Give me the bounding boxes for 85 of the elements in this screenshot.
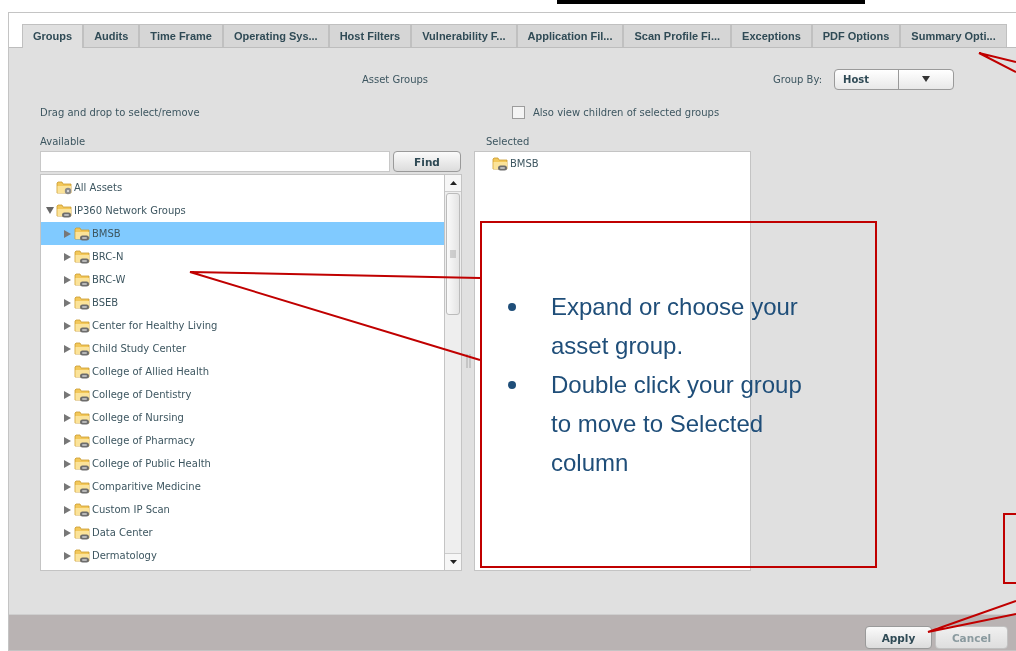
tree-item[interactable]: BSEB <box>41 291 444 314</box>
tree-item[interactable]: Child Study Center <box>41 337 444 360</box>
folder-link-icon <box>74 295 91 310</box>
section-title: Asset Groups <box>360 73 430 85</box>
tree-item[interactable]: IP360 Network Groups <box>41 199 444 222</box>
hint-text: Drag and drop to select/remove <box>40 106 201 118</box>
collapsed-arrow-icon[interactable] <box>64 413 71 422</box>
collapsed-arrow-icon[interactable] <box>64 459 71 468</box>
group-by-dropdown[interactable]: Host <box>834 68 955 90</box>
folder-link-icon <box>74 249 91 264</box>
tab[interactable]: Host Filters <box>328 24 412 47</box>
tree-item[interactable]: All Assets <box>41 176 444 199</box>
collapsed-arrow-icon[interactable] <box>64 505 71 514</box>
tab[interactable]: Scan Profile Fi... <box>623 24 732 47</box>
folder-link-icon <box>74 548 91 563</box>
tree-item[interactable]: College of Nursing <box>41 406 444 429</box>
collapsed-arrow-icon[interactable] <box>64 551 71 560</box>
tree-item[interactable]: Comparitive Medicine <box>41 475 444 498</box>
bullet-icon <box>508 381 516 389</box>
folder-link-icon <box>74 479 91 494</box>
collapsed-arrow-icon[interactable] <box>64 436 71 445</box>
tab[interactable]: Operating Sys... <box>222 24 329 47</box>
scrollbar[interactable] <box>444 175 461 570</box>
search-field[interactable] <box>40 151 390 172</box>
callout-text: Double click your group to move to Selected column <box>551 370 803 478</box>
folder-link-icon <box>74 502 91 517</box>
collapsed-arrow-icon[interactable] <box>64 321 71 330</box>
selected-item[interactable]: BMSB <box>492 155 750 171</box>
folder-link-icon <box>74 272 91 287</box>
tab[interactable]: Exceptions <box>731 24 812 47</box>
folder-gear-icon <box>56 180 73 195</box>
folder-link-icon <box>74 318 91 333</box>
tab[interactable]: Summary Opti... <box>900 24 1007 47</box>
folder-link-icon <box>74 226 91 241</box>
folder-link-icon <box>74 456 91 471</box>
tab[interactable]: Vulnerability F... <box>411 24 517 47</box>
collapsed-arrow-icon[interactable] <box>64 344 71 353</box>
tree-item[interactable]: College of Dentistry <box>41 383 444 406</box>
collapsed-arrow-icon[interactable] <box>64 252 71 261</box>
collapsed-arrow-icon[interactable] <box>64 229 71 238</box>
tab[interactable]: Application Fil... <box>516 24 624 47</box>
tree-item[interactable]: College of Pharmacy <box>41 429 444 452</box>
tree-item[interactable]: College of Public Health <box>41 452 444 475</box>
tree-item[interactable]: BMSB <box>41 222 444 245</box>
collapsed-arrow-icon[interactable] <box>64 390 71 399</box>
collapsed-arrow-icon[interactable] <box>64 482 71 491</box>
checkbox-label: Also view children of selected groups <box>533 106 720 118</box>
checkbox[interactable] <box>512 105 525 119</box>
apply-button[interactable]: Apply <box>865 626 932 649</box>
scroll-thumb[interactable] <box>446 193 460 315</box>
tab[interactable]: Audits <box>83 24 140 47</box>
folder-link-icon <box>56 203 73 218</box>
folder-link-icon <box>74 525 91 540</box>
callout-text: Expand or choose your asset group. <box>551 292 799 361</box>
splitter-grip-icon[interactable] <box>465 354 471 368</box>
folder-link-icon <box>74 364 91 379</box>
tab[interactable]: PDF Options <box>811 24 901 47</box>
available-label: Available <box>40 136 86 147</box>
folder-link-icon <box>74 387 91 402</box>
tree-item[interactable]: College of Allied Health <box>41 360 444 383</box>
folder-link-icon <box>74 341 91 356</box>
bullet-icon <box>508 303 516 311</box>
tab[interactable]: Time Frame <box>139 24 223 47</box>
selected-label: Selected <box>486 136 530 149</box>
collapsed-arrow-icon[interactable] <box>64 298 71 307</box>
collapsed-arrow-icon[interactable] <box>64 275 71 284</box>
folder-link-icon <box>492 155 509 171</box>
tree-item[interactable]: Custom IP Scan <box>41 498 444 521</box>
expanded-arrow-icon[interactable] <box>45 207 54 214</box>
scroll-up-icon[interactable] <box>449 181 457 185</box>
leader-line <box>978 52 1016 73</box>
folder-link-icon <box>74 410 91 425</box>
tree-item[interactable]: Dermatology <box>41 544 444 567</box>
collapsed-arrow-icon[interactable] <box>64 528 71 537</box>
group-by-label: Group By: <box>773 73 823 85</box>
find-button[interactable]: Find <box>393 151 461 172</box>
grip-icon <box>450 250 456 258</box>
scroll-down-icon[interactable] <box>449 560 457 564</box>
folder-link-icon <box>74 433 91 448</box>
caret-icon <box>921 76 930 82</box>
tree-item[interactable]: Data Center <box>41 521 444 544</box>
tree-item[interactable]: BRC-W <box>41 268 444 291</box>
tree-item[interactable]: BRC-N <box>41 245 444 268</box>
tree-item[interactable]: Center for Healthy Living <box>41 314 444 337</box>
tab[interactable]: Groups <box>22 24 84 48</box>
